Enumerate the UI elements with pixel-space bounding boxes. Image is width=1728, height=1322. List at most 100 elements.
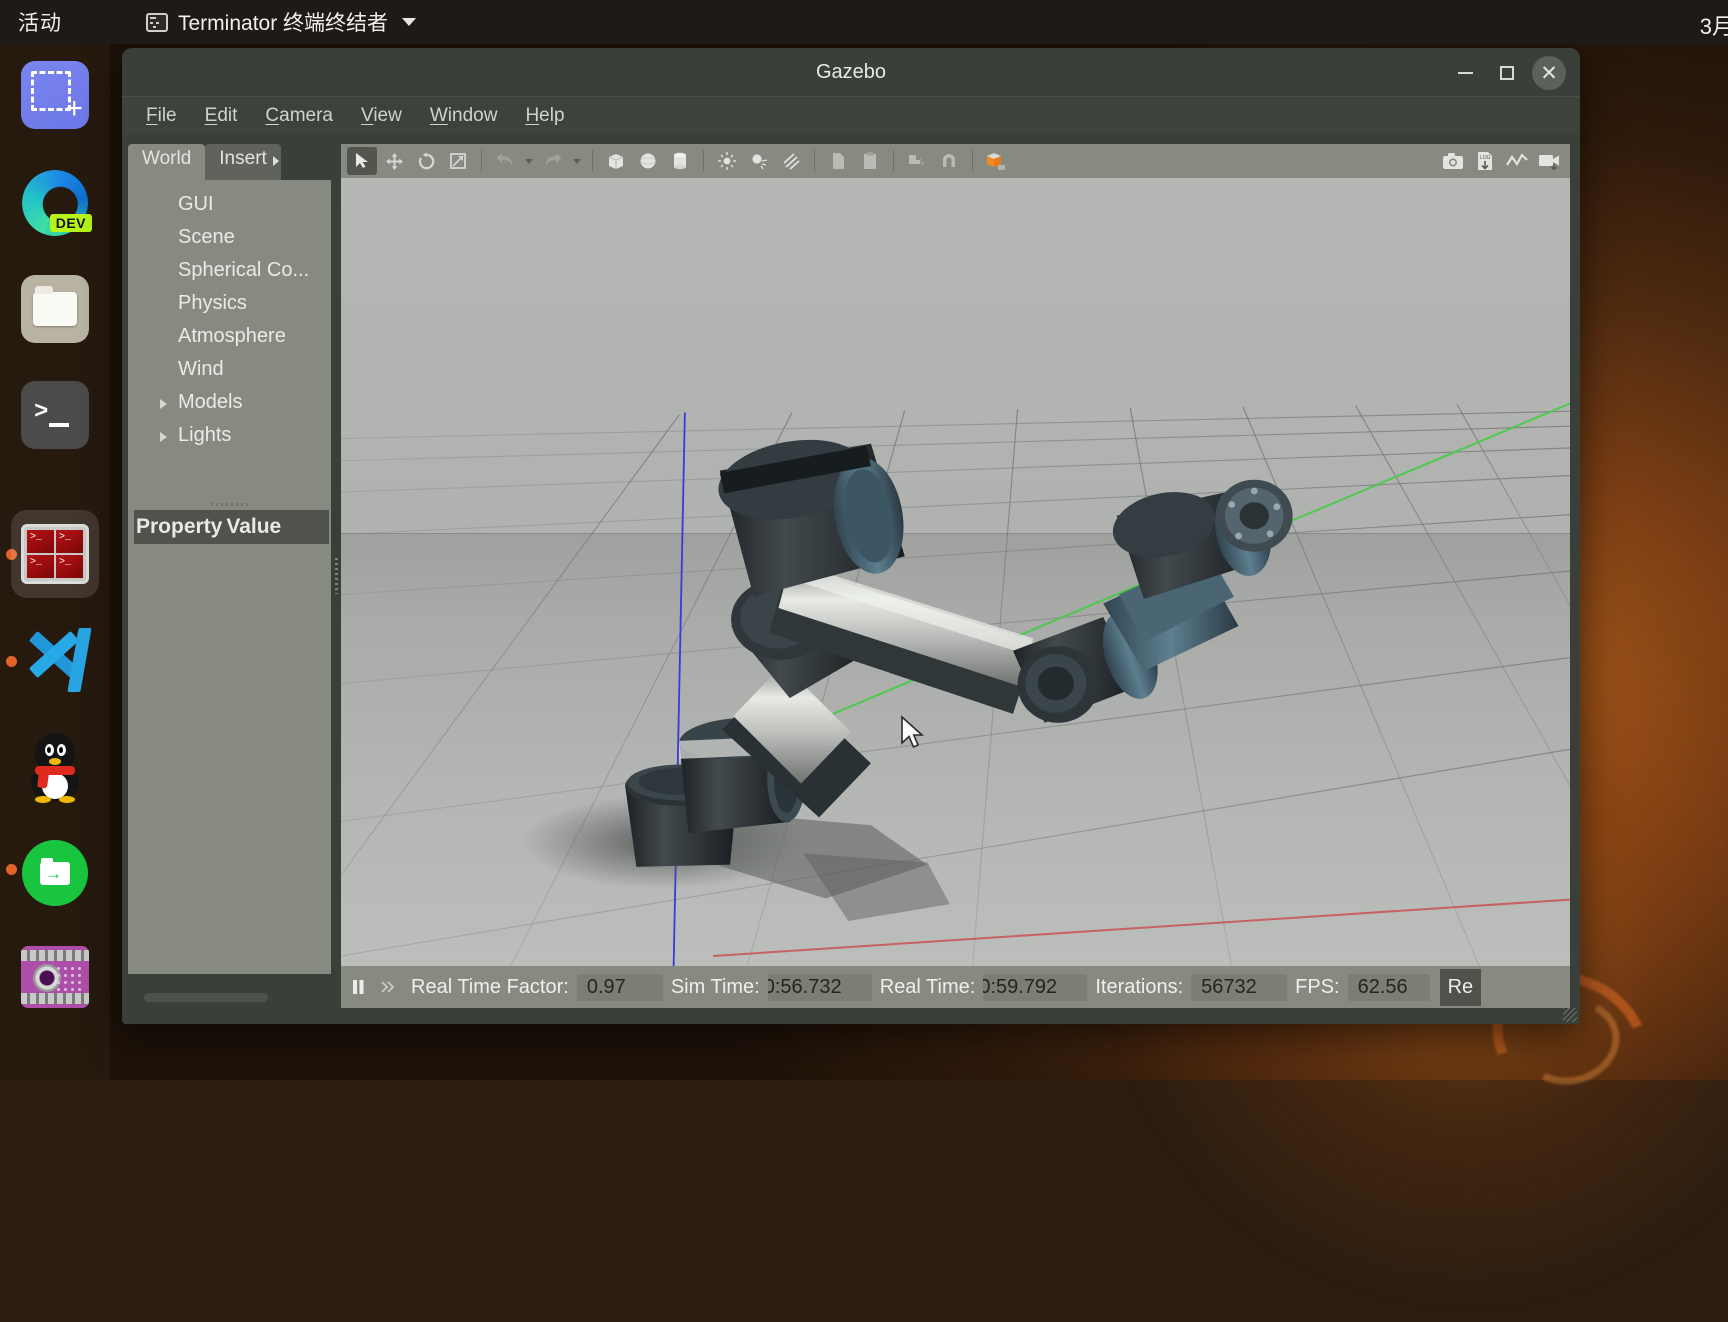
dock-item-microsoft-edge-dev[interactable]: DEV <box>18 166 92 240</box>
clock-label[interactable]: 3月 <box>1700 9 1728 41</box>
menu-file[interactable]: File <box>136 103 187 129</box>
toolbar-separator <box>972 150 973 172</box>
value-real-time: 0:59.792 <box>983 974 1087 1001</box>
robot-arm-model <box>341 178 1570 966</box>
toolbar-separator <box>481 150 482 172</box>
dock-item-terminal[interactable]: > <box>18 378 92 452</box>
insert-point-light-button[interactable] <box>712 147 742 175</box>
ubuntu-dock: + DEV > <box>0 44 110 1080</box>
tab-insert[interactable]: Insert <box>205 144 281 180</box>
menu-window[interactable]: Window <box>420 103 508 129</box>
screenshot-button[interactable] <box>1438 147 1468 175</box>
step-forward-button[interactable] <box>373 980 403 994</box>
reset-button[interactable]: Re <box>1440 969 1482 1006</box>
menu-view[interactable]: View <box>351 103 412 129</box>
3d-viewport[interactable] <box>341 178 1570 966</box>
tree-item-wind[interactable]: Wind <box>142 353 331 386</box>
tree-item-physics[interactable]: Physics <box>142 287 331 320</box>
menu-edit[interactable]: Edit <box>195 103 248 129</box>
redo-history-button[interactable] <box>570 159 584 164</box>
insert-directional-light-button[interactable] <box>776 147 806 175</box>
edge-dev-badge: DEV <box>50 214 92 232</box>
green-folder-arrow-icon <box>22 840 88 906</box>
rotate-mode-button[interactable] <box>411 147 441 175</box>
move-arrows-icon <box>385 152 404 171</box>
dock-item-screenshot-tool[interactable]: + <box>18 58 92 132</box>
tree-item-models[interactable]: Models <box>142 386 331 419</box>
left-panel-horizontal-scrollbar[interactable] <box>144 993 268 1002</box>
property-table-body <box>134 544 329 974</box>
minimize-icon <box>1458 72 1473 74</box>
terminator-icon <box>21 524 89 584</box>
magnet-snap-icon <box>939 151 959 171</box>
tree-item-atmosphere[interactable]: Atmosphere <box>142 320 331 353</box>
chevron-down-icon[interactable] <box>402 18 416 26</box>
undo-history-button[interactable] <box>522 159 536 164</box>
undo-button[interactable] <box>490 147 520 175</box>
pause-button[interactable] <box>343 979 373 995</box>
log-download-icon: LOG <box>1475 151 1495 171</box>
panel-splitter-horizontal[interactable] <box>128 498 331 510</box>
chevron-down-icon <box>573 159 581 164</box>
maximize-button[interactable] <box>1490 56 1524 90</box>
active-app-name: Terminator 终端终结者 <box>178 7 388 37</box>
running-indicator-vscode <box>6 656 17 667</box>
tree-item-lights[interactable]: Lights <box>142 419 331 452</box>
snap-button[interactable] <box>934 147 964 175</box>
insert-sphere-button[interactable] <box>633 147 663 175</box>
label-fps: FPS: <box>1295 976 1339 999</box>
copy-icon <box>829 151 847 171</box>
dock-item-visual-studio-code[interactable] <box>18 624 92 698</box>
view-angle-button[interactable] <box>981 147 1011 175</box>
window-titlebar[interactable]: Gazebo ✕ <box>122 48 1580 96</box>
tree-item-spherical-coordinates[interactable]: Spherical Co... <box>142 254 331 287</box>
svg-text:LOG: LOG <box>1480 155 1491 161</box>
panel-splitter-vertical[interactable] <box>331 144 341 1008</box>
scale-mode-button[interactable] <box>443 147 473 175</box>
menu-help[interactable]: Help <box>515 103 574 129</box>
select-mode-button[interactable] <box>347 147 377 175</box>
translate-mode-button[interactable] <box>379 147 409 175</box>
insert-cylinder-button[interactable] <box>665 147 695 175</box>
window-resize-handle[interactable] <box>1563 1008 1577 1022</box>
insert-box-button[interactable] <box>601 147 631 175</box>
scale-icon <box>449 152 467 170</box>
dock-item-files[interactable] <box>18 272 92 346</box>
render-toolbar: LOG <box>341 144 1570 178</box>
toolbar-separator <box>703 150 704 172</box>
record-video-button[interactable] <box>1534 147 1564 175</box>
tree-item-scene[interactable]: Scene <box>142 221 331 254</box>
tab-world[interactable]: World <box>128 144 205 180</box>
align-icon <box>907 151 927 171</box>
menu-camera[interactable]: Camera <box>255 103 343 129</box>
orange-cube-view-icon <box>985 151 1007 171</box>
edge-icon: DEV <box>20 168 90 238</box>
column-header-value: Value <box>224 515 283 539</box>
close-button[interactable]: ✕ <box>1532 56 1566 90</box>
redo-button[interactable] <box>538 147 568 175</box>
dock-item-terminator[interactable] <box>11 510 99 598</box>
value-sim-time: 0:56.732 <box>768 974 872 1001</box>
chevron-down-icon <box>525 159 533 164</box>
minimize-button[interactable] <box>1448 56 1482 90</box>
camera-icon <box>1442 152 1464 170</box>
property-table-header: Property Value <box>134 510 329 544</box>
rotate-icon <box>417 152 436 171</box>
plotting-button[interactable] <box>1502 147 1532 175</box>
tree-item-gui[interactable]: GUI <box>142 188 331 221</box>
paste-icon <box>861 151 879 171</box>
paste-button[interactable] <box>855 147 885 175</box>
copy-button[interactable] <box>823 147 853 175</box>
align-button[interactable] <box>902 147 932 175</box>
log-data-button[interactable]: LOG <box>1470 147 1500 175</box>
active-app-menu[interactable]: Terminator 终端终结者 <box>146 7 416 37</box>
gnome-top-bar: 活动 Terminator 终端终结者 3月 <box>0 0 1728 44</box>
column-header-property: Property <box>134 515 224 539</box>
dock-item-media-player[interactable] <box>18 940 92 1014</box>
dock-item-qq[interactable] <box>18 730 92 804</box>
insert-spot-light-button[interactable] <box>744 147 774 175</box>
value-fps: 62.56 <box>1348 974 1430 1001</box>
activities-button[interactable]: 活动 <box>18 7 62 37</box>
chevron-right-icon <box>273 156 279 166</box>
dock-item-file-transfer[interactable] <box>18 836 92 910</box>
